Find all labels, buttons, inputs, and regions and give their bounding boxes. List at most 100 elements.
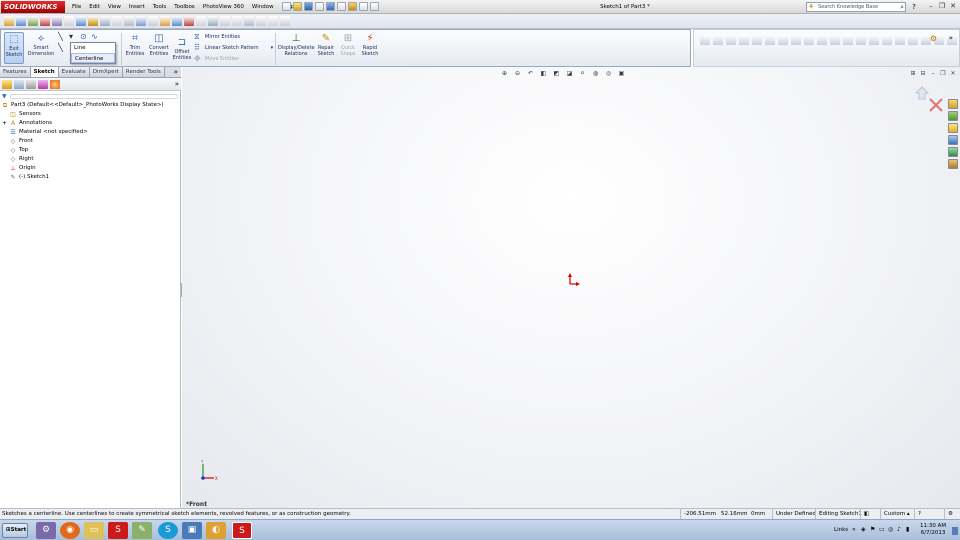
toolbar-tool-icon[interactable]: [232, 16, 242, 26]
tab-evaluate[interactable]: Evaluate: [58, 67, 90, 77]
sketch-tool-taskbar-icon[interactable]: ✎: [132, 522, 152, 539]
extended-tool-icon[interactable]: [752, 35, 762, 45]
dropdown-item-centerline[interactable]: Centerline: [71, 53, 115, 63]
zoom-to-area-icon[interactable]: ⊖: [513, 69, 522, 78]
save-icon[interactable]: [304, 2, 313, 11]
toolbar-tool-icon[interactable]: [88, 16, 98, 26]
firefox-icon[interactable]: ◉: [60, 522, 80, 539]
print-icon[interactable]: [315, 2, 324, 11]
status-notifications-icon[interactable]: ⚙: [944, 509, 956, 519]
previous-view-icon[interactable]: ↶: [526, 69, 535, 78]
menu-view[interactable]: View: [104, 0, 125, 14]
linear-sketch-pattern-button[interactable]: ⠿ Linear Sketch Pattern ▾: [194, 44, 273, 52]
property-manager-icon[interactable]: [14, 80, 24, 89]
tile-view-icon[interactable]: ⊟: [919, 70, 927, 78]
show-desktop-icon[interactable]: [952, 527, 958, 535]
move-entities-button[interactable]: ✥ Move Entities: [194, 55, 239, 63]
line-icon[interactable]: ╲: [58, 33, 66, 41]
tree-node[interactable]: ⊥ Origin: [0, 164, 181, 173]
toolbar-tool-icon[interactable]: [184, 16, 194, 26]
menu-edit[interactable]: Edit: [85, 0, 104, 14]
toolbar-tool-icon[interactable]: [4, 16, 14, 26]
exit-sketch-button[interactable]: ⬚ Exit Sketch: [4, 32, 24, 64]
apply-scene-icon[interactable]: ◎: [604, 69, 613, 78]
toolbar-tool-icon[interactable]: [244, 16, 254, 26]
select-icon[interactable]: [337, 2, 346, 11]
search-knowledge-base-input[interactable]: ⚘ Search Knowledge Base ⌕: [806, 2, 906, 12]
design-library-icon[interactable]: [948, 111, 958, 121]
toolbar-tool-icon[interactable]: [16, 16, 26, 26]
toolbar-tool-icon[interactable]: [280, 16, 290, 26]
rapid-sketch-button[interactable]: ⚡ Rapid Sketch: [360, 32, 380, 57]
extended-tool-icon[interactable]: [882, 35, 892, 45]
solidworks-active-taskbar-icon[interactable]: S: [232, 522, 252, 539]
taskbar-app-icon[interactable]: ⚙: [36, 522, 56, 539]
open-icon[interactable]: [293, 2, 302, 11]
file-explorer-icon[interactable]: [948, 123, 958, 133]
extended-tool-icon[interactable]: [869, 35, 879, 45]
new-document-icon[interactable]: [282, 2, 291, 11]
extended-tool-icon[interactable]: [895, 35, 905, 45]
help-status-icon[interactable]: ?: [914, 509, 924, 519]
tree-node[interactable]: ☰ Material <not specified>: [0, 128, 181, 137]
search-icon[interactable]: ⌕: [900, 3, 904, 11]
convert-entities-button[interactable]: ◫ Convert Entities: [147, 32, 171, 57]
split-view-icon[interactable]: ⊞: [909, 70, 917, 78]
extended-tool-icon[interactable]: [908, 35, 918, 45]
smart-dimension-button[interactable]: ⟡ Smart Dimension: [27, 32, 55, 57]
volume-icon[interactable]: ♪: [897, 526, 904, 534]
pattern-dropdown-icon[interactable]: ▾: [271, 45, 274, 51]
view-orientation-icon[interactable]: ◩: [552, 69, 561, 78]
toolbar-tool-icon[interactable]: [76, 16, 86, 26]
cancel-sketch-icon[interactable]: [929, 98, 943, 112]
display-style-icon[interactable]: ◪: [565, 69, 574, 78]
menu-window[interactable]: Window: [248, 0, 278, 14]
line-dropdown-arrow-icon[interactable]: ▾: [69, 33, 77, 41]
quick-snaps-button[interactable]: ⊞ Quick Snaps: [338, 32, 358, 57]
tree-node[interactable]: ◇ Front: [0, 137, 181, 146]
expand-chevron-icon[interactable]: »: [949, 34, 953, 42]
toolbar-tool-icon[interactable]: [28, 16, 38, 26]
extended-tool-icon[interactable]: [765, 35, 775, 45]
help-icon[interactable]: ?: [908, 2, 920, 12]
solidworks-resources-icon[interactable]: [948, 99, 958, 109]
extended-tool-icon[interactable]: [700, 35, 710, 45]
custom-properties-icon[interactable]: [948, 159, 958, 169]
tree-node[interactable]: ◇ Top: [0, 146, 181, 155]
expand-node-icon[interactable]: +: [2, 119, 7, 128]
viewport-close-icon[interactable]: ✕: [949, 70, 957, 78]
display-manager-icon[interactable]: [50, 80, 60, 89]
centerline-icon[interactable]: ╲: [58, 44, 66, 52]
toolbar-tool-icon[interactable]: [52, 16, 62, 26]
tree-node[interactable]: ✎ (-) Sketch1: [0, 173, 181, 182]
toolbar-tool-icon[interactable]: [160, 16, 170, 26]
tab-render-tools[interactable]: Render Tools: [122, 67, 165, 77]
appearances-icon[interactable]: [948, 147, 958, 157]
rebuild-icon[interactable]: [348, 2, 357, 11]
tab-features[interactable]: Features: [0, 67, 31, 77]
zoom-to-fit-icon[interactable]: ⊕: [500, 69, 509, 78]
dropdown-item-line[interactable]: Line: [71, 43, 115, 53]
toolbar-tool-icon[interactable]: [40, 16, 50, 26]
trim-entities-button[interactable]: ⌗ Trim Entities: [124, 32, 146, 57]
file-explorer-taskbar-icon[interactable]: ▭: [84, 522, 104, 539]
toolbar-tool-icon[interactable]: [112, 16, 122, 26]
extended-tool-icon[interactable]: [817, 35, 827, 45]
display-icon[interactable]: ▭: [879, 526, 886, 534]
menu-file[interactable]: File: [68, 0, 85, 14]
view-palette-icon[interactable]: [948, 135, 958, 145]
menu-photoview[interactable]: PhotoView 360: [199, 0, 248, 14]
display-delete-relations-button[interactable]: ⊥ Display/Delete Relations: [278, 32, 315, 57]
toolbar-tool-icon[interactable]: [268, 16, 278, 26]
toolbar-tool-icon[interactable]: [196, 16, 206, 26]
tray-expand-icon[interactable]: «: [852, 526, 859, 534]
restore-icon[interactable]: ❐: [937, 1, 947, 12]
toolbar-tool-icon[interactable]: [136, 16, 146, 26]
panel-expand-icon[interactable]: »: [175, 80, 179, 88]
rebuild-status-icon[interactable]: ◧: [860, 509, 872, 519]
dimxpert-manager-icon[interactable]: [38, 80, 48, 89]
edit-appearance-icon[interactable]: ◍: [591, 69, 600, 78]
extended-tool-icon[interactable]: [791, 35, 801, 45]
undo-icon[interactable]: [326, 2, 335, 11]
hide-show-items-icon[interactable]: ⚪: [578, 69, 587, 78]
